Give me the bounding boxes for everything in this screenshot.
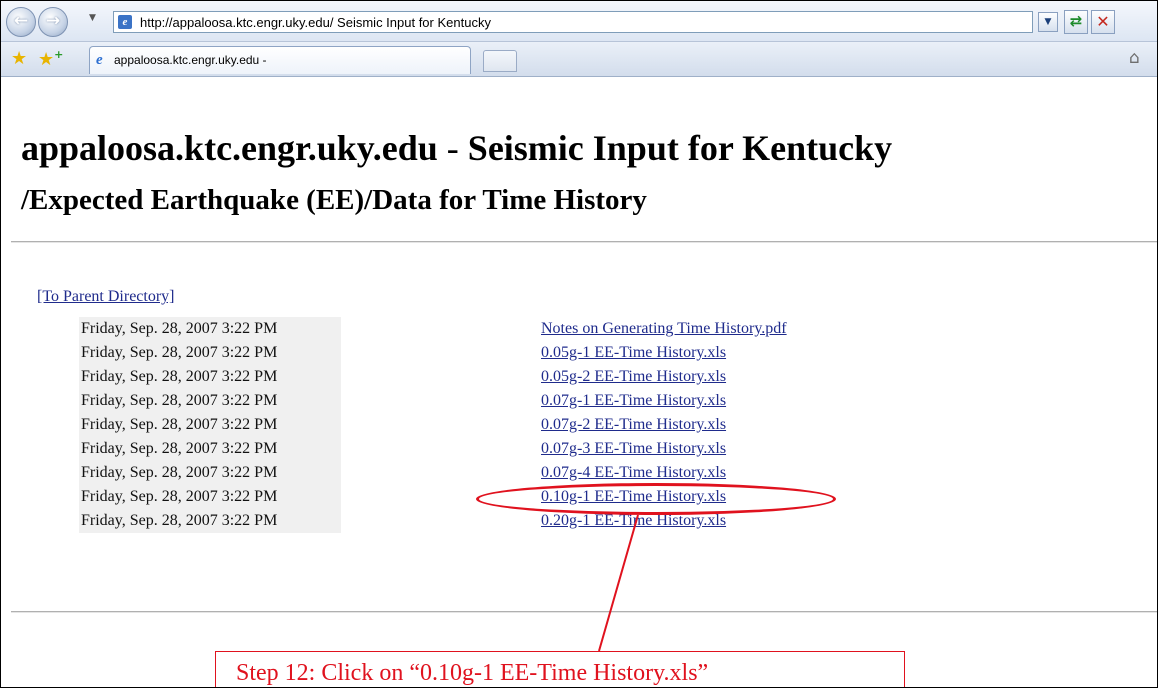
file-date: Friday, Sep. 28, 2007 3:22 PM — [79, 389, 341, 413]
highlight-ellipse — [476, 483, 836, 515]
browser-window: ← → ▼ e http://appaloosa.ktc.engr.uky.ed… — [0, 0, 1158, 688]
list-item: Friday, Sep. 28, 2007 3:22 PM 0.07g-2 EE… — [1, 413, 901, 437]
file-link[interactable]: 0.07g-4 EE-Time History.xls — [541, 461, 726, 485]
file-date: Friday, Sep. 28, 2007 3:22 PM — [79, 317, 341, 341]
file-date-text: Friday, Sep. 28, 2007 3:22 PM — [81, 392, 278, 409]
callout-text: Step 12: Click on “0.10g-1 EE-Time Histo… — [236, 660, 709, 686]
file-date-text: Friday, Sep. 28, 2007 3:22 PM — [81, 512, 278, 529]
tab-bar: ★ ★+ e appaloosa.ktc.engr.uky.edu - ⌂ — [1, 42, 1157, 77]
file-date-text: Friday, Sep. 28, 2007 3:22 PM — [81, 416, 278, 433]
list-item: Friday, Sep. 28, 2007 3:22 PM 0.05g-2 EE… — [1, 365, 901, 389]
home-icon[interactable]: ⌂ — [1129, 48, 1140, 68]
file-link[interactable]: 0.07g-2 EE-Time History.xls — [541, 413, 726, 437]
address-url[interactable]: http://appaloosa.ktc.engr.uky.edu/ Seism… — [140, 15, 491, 30]
ie-page-icon: e — [118, 15, 132, 29]
file-date-text: Friday, Sep. 28, 2007 3:22 PM — [81, 368, 278, 385]
title-host: appaloosa.ktc.engr.uky.edu — [21, 128, 438, 168]
address-dropdown-icon[interactable]: ▼ — [1038, 12, 1058, 32]
file-date: Friday, Sep. 28, 2007 3:22 PM — [79, 509, 341, 533]
divider — [11, 241, 1157, 243]
file-link[interactable]: 0.05g-1 EE-Time History.xls — [541, 341, 726, 365]
page-content: appaloosa.ktc.engr.uky.edu - Seismic Inp… — [1, 77, 1157, 687]
file-link[interactable]: 0.07g-1 EE-Time History.xls — [541, 389, 726, 413]
list-item: Friday, Sep. 28, 2007 3:22 PM 0.20g-1 EE… — [1, 509, 901, 533]
page-title: appaloosa.ktc.engr.uky.edu - Seismic Inp… — [21, 127, 892, 169]
add-favorite-icon[interactable]: ★+ — [38, 48, 63, 70]
title-separator: - — [437, 128, 468, 168]
page-subtitle: /Expected Earthquake (EE)/Data for Time … — [21, 184, 647, 216]
address-bar-row: ← → ▼ e http://appaloosa.ktc.engr.uky.ed… — [1, 1, 1157, 42]
list-item: Friday, Sep. 28, 2007 3:22 PM 0.07g-3 EE… — [1, 437, 901, 461]
list-item: Friday, Sep. 28, 2007 3:22 PM 0.07g-4 EE… — [1, 461, 901, 485]
title-rest: Seismic Input for Kentucky — [467, 128, 893, 168]
file-date: Friday, Sep. 28, 2007 3:22 PM — [79, 437, 341, 461]
list-item: Friday, Sep. 28, 2007 3:22 PM 0.05g-1 EE… — [1, 341, 901, 365]
list-item: Friday, Sep. 28, 2007 3:22 PM Notes on G… — [1, 317, 901, 341]
new-tab-button[interactable] — [483, 50, 517, 72]
file-date: Friday, Sep. 28, 2007 3:22 PM — [79, 365, 341, 389]
file-date: Friday, Sep. 28, 2007 3:22 PM — [79, 413, 341, 437]
file-link[interactable]: 0.07g-3 EE-Time History.xls — [541, 437, 726, 461]
back-arrow-icon[interactable]: ← — [6, 7, 36, 37]
file-date-text: Friday, Sep. 28, 2007 3:22 PM — [81, 320, 278, 337]
ie-tab-icon: e — [96, 52, 103, 68]
file-link[interactable]: 0.05g-2 EE-Time History.xls — [541, 365, 726, 389]
recent-pages-dropdown-icon[interactable]: ▼ — [89, 13, 96, 23]
divider — [11, 611, 1157, 613]
stop-icon[interactable]: ✕ — [1091, 10, 1115, 34]
star-icon[interactable]: ★ — [11, 48, 27, 69]
file-date-text: Friday, Sep. 28, 2007 3:22 PM — [81, 488, 278, 505]
file-date-text: Friday, Sep. 28, 2007 3:22 PM — [81, 464, 278, 481]
parent-directory-link[interactable]: [To Parent Directory] — [37, 288, 175, 306]
refresh-icon[interactable]: ⇄ — [1064, 10, 1088, 34]
forward-arrow-icon[interactable]: → — [38, 7, 68, 37]
file-date-text: Friday, Sep. 28, 2007 3:22 PM — [81, 440, 278, 457]
file-date: Friday, Sep. 28, 2007 3:22 PM — [79, 461, 341, 485]
callout-box: Step 12: Click on “0.10g-1 EE-Time Histo… — [215, 651, 905, 687]
tab-active[interactable]: e appaloosa.ktc.engr.uky.edu - — [89, 46, 471, 74]
list-item: Friday, Sep. 28, 2007 3:22 PM 0.07g-1 EE… — [1, 389, 901, 413]
address-bar[interactable]: e http://appaloosa.ktc.engr.uky.edu/ Sei… — [113, 11, 1033, 33]
file-link[interactable]: Notes on Generating Time History.pdf — [541, 317, 787, 341]
file-date: Friday, Sep. 28, 2007 3:22 PM — [79, 341, 341, 365]
file-date-text: Friday, Sep. 28, 2007 3:22 PM — [81, 344, 278, 361]
file-date: Friday, Sep. 28, 2007 3:22 PM — [79, 485, 341, 509]
tab-title: appaloosa.ktc.engr.uky.edu - — [114, 53, 267, 67]
